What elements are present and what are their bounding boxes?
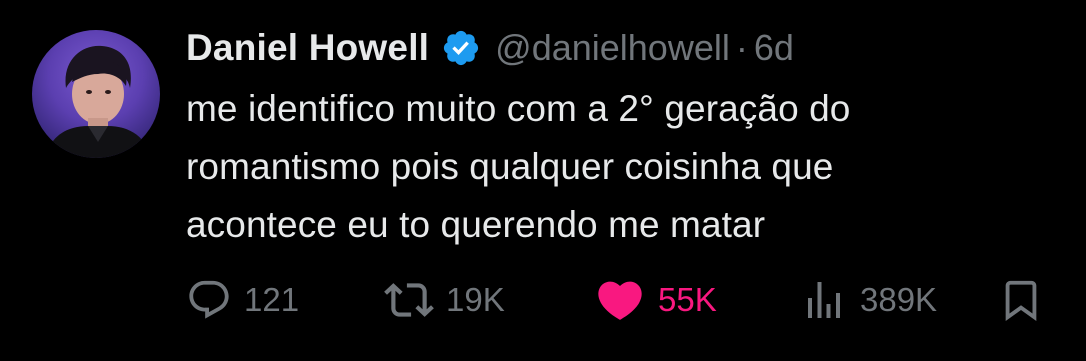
tweet-header: Daniel Howell @danielhowell · 6d: [186, 20, 794, 76]
views-button[interactable]: 389K: [800, 276, 937, 324]
separator-dot: ·: [735, 27, 748, 68]
tweet-text-line: acontece eu to querendo me matar: [186, 204, 766, 245]
avatar[interactable]: [32, 30, 160, 158]
like-count: 55K: [658, 281, 717, 318]
like-button[interactable]: 55K: [594, 276, 717, 324]
bookmark-icon: [998, 277, 1044, 323]
tweet-text-line: romantismo pois qualquer coisinha que: [186, 146, 834, 187]
display-name[interactable]: Daniel Howell: [186, 27, 429, 69]
tweet-text-line: me identifico muito com a 2° geração do: [186, 88, 851, 129]
retweet-count: 19K: [446, 281, 505, 318]
views-count: 389K: [860, 281, 938, 318]
views-icon: [800, 276, 848, 324]
bookmark-button[interactable]: [998, 276, 1044, 324]
reply-count: 121: [244, 281, 300, 318]
retweet-icon: [384, 275, 434, 325]
tweet[interactable]: Daniel Howell @danielhowell · 6d me iden…: [0, 0, 1086, 361]
tweet-text: me identifico muito com a 2° geração do …: [186, 80, 1046, 254]
reply-button[interactable]: 121: [186, 276, 299, 324]
user-handle[interactable]: @danielhowell: [495, 27, 730, 69]
timestamp[interactable]: 6d: [754, 27, 794, 69]
reply-icon: [186, 277, 232, 323]
heart-icon: [594, 274, 646, 326]
verified-badge-icon: [441, 28, 481, 68]
action-bar: 121 19K 55K 389K: [186, 276, 1056, 324]
retweet-button[interactable]: 19K: [384, 276, 505, 324]
